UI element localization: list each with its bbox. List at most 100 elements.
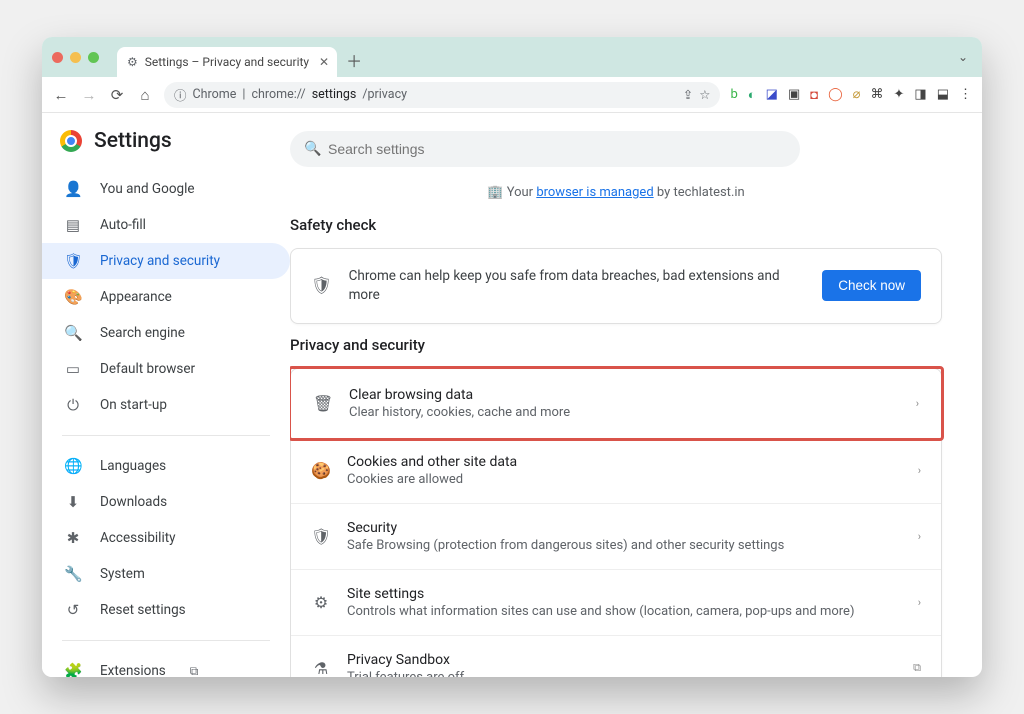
privacy-row-clear-browsing-data[interactable]: 🗑 Clear browsing data Clear history, cooki… [293, 371, 939, 436]
autofill-icon: ▤ [64, 216, 82, 234]
shield-icon: 🛡 [64, 252, 82, 270]
browser-icon: ▭ [64, 360, 82, 378]
site-info-icon: ⓘ [174, 85, 187, 104]
tabs-chevron-icon[interactable]: ⌄ [958, 50, 968, 64]
ext-icon[interactable]: ◯ [828, 87, 843, 102]
browser-tab[interactable]: ⚙ Settings – Privacy and security ✕ [117, 47, 337, 77]
sliders-icon: ⚙ [311, 593, 331, 612]
row-title: Security [347, 520, 902, 536]
accessibility-icon: ✱ [64, 529, 82, 547]
extension-icon: 🧩 [64, 662, 82, 677]
external-icon: ⧉ [190, 664, 199, 678]
power-icon: ⏻ [64, 396, 82, 414]
sidebar-item-auto-fill[interactable]: ▤ Auto-fill [42, 207, 290, 243]
flask-icon: ⚗ [311, 659, 331, 677]
omnibox-prefix: Chrome [193, 87, 237, 102]
page-title: Settings [94, 129, 172, 153]
tab-title: Settings – Privacy and security [145, 55, 309, 69]
home-button[interactable]: ⌂ [136, 86, 154, 104]
star-icon[interactable]: ☆ [699, 87, 710, 103]
minimize-window[interactable] [70, 52, 81, 63]
row-title: Cookies and other site data [347, 454, 902, 470]
row-title: Clear browsing data [349, 387, 900, 403]
ext-icon[interactable]: ◨ [914, 87, 926, 102]
settings-sidebar: Settings 👤You and Google ▤ Auto-fill 🛡Priva… [42, 113, 290, 677]
sidebar-item-languages[interactable]: 🌐 Languages [42, 448, 290, 484]
sidebar-item-privacy-and-security[interactable]: 🛡Privacy and security [42, 243, 290, 279]
settings-main: 🔍 🏢 Your browser is managed by techlates… [290, 113, 982, 677]
ext-icon[interactable]: ▣ [788, 87, 800, 102]
maximize-window[interactable] [88, 52, 99, 63]
sidebar-item-on-start-up[interactable]: ⏻ On start-up [42, 387, 290, 423]
ext-icon[interactable]: ◪ [766, 87, 778, 102]
ext-icon[interactable]: ⌘ [871, 87, 884, 102]
sidebar-item-label: Search engine [100, 325, 185, 341]
address-bar[interactable]: ⓘ Chrome | chrome://settings/privacy ⇪ ☆ [164, 82, 720, 108]
check-now-button[interactable]: Check now [822, 270, 921, 301]
ext-icon[interactable]: ◘ [810, 87, 818, 103]
ext-icon[interactable]: ◐ [748, 87, 756, 103]
share-icon[interactable]: ⇪ [683, 87, 693, 103]
sidebar-item-default-browser[interactable]: ▭ Default browser [42, 351, 290, 387]
row-subtitle: Clear history, cookies, cache and more [349, 405, 900, 420]
chevron-right-icon: ⧉ [913, 661, 921, 675]
privacy-row-privacy-sandbox[interactable]: ⚗Privacy SandboxTrial features are off⧉ [291, 636, 941, 677]
extensions-puzzle-icon[interactable]: ✦ [894, 87, 905, 102]
privacy-row-cookies-and-other-site-data[interactable]: 🍪 Cookies and other site data Cookies are … [291, 438, 941, 504]
menu-icon[interactable]: ⋮ [959, 87, 972, 102]
sidebar-item-you-and-google[interactable]: 👤You and Google [42, 171, 290, 207]
shield-check-icon: 🛡 [311, 276, 333, 296]
globe-icon: 🌐 [64, 457, 82, 475]
toolbar: ← → ⟳ ⌂ ⓘ Chrome | chrome://settings/pri… [42, 77, 982, 113]
palette-icon: 🎨 [64, 288, 82, 306]
sidebar-item-label: Default browser [100, 361, 195, 377]
reload-button[interactable]: ⟳ [108, 86, 126, 104]
sidebar-item-label: Extensions [100, 663, 166, 677]
ext-icon[interactable]: b [730, 87, 737, 102]
building-icon: 🏢 [487, 185, 503, 200]
row-title: Site settings [347, 586, 902, 602]
cookie-icon: 🍪 [311, 461, 331, 480]
new-tab-button[interactable]: ＋ [341, 48, 367, 72]
sidebar-item-label: Appearance [100, 289, 172, 305]
close-tab-icon[interactable]: ✕ [319, 55, 329, 69]
reset-icon: ↺ [64, 601, 82, 619]
security-icon: 🛡 [311, 527, 331, 546]
highlighted-row: 🗑 Clear browsing data Clear history, cooki… [291, 369, 941, 438]
chrome-logo-icon [60, 130, 82, 152]
safety-check-heading: Safety check [290, 216, 942, 234]
search-input[interactable] [290, 131, 800, 167]
back-button[interactable]: ← [52, 86, 70, 104]
chevron-right-icon: › [918, 530, 921, 543]
safety-check-card: 🛡 Chrome can help keep you safe from dat… [290, 248, 942, 324]
managed-link[interactable]: browser is managed [536, 185, 653, 200]
sidebar-item-system[interactable]: 🔧System [42, 556, 290, 592]
sidebar-item-appearance[interactable]: 🎨 Appearance [42, 279, 290, 315]
row-subtitle: Safe Browsing (protection from dangerous… [347, 538, 902, 553]
sidebar-item-extensions[interactable]: 🧩 Extensions ⧉ [42, 653, 290, 677]
gear-icon: ⚙ [127, 55, 138, 69]
ext-icon[interactable]: ⌀ [853, 87, 861, 102]
sidebar-item-reset-settings[interactable]: ↺Reset settings [42, 592, 290, 628]
row-subtitle: Cookies are allowed [347, 472, 902, 487]
sidebar-item-label: Accessibility [100, 530, 176, 546]
sidebar-item-downloads[interactable]: ⬇Downloads [42, 484, 290, 520]
chevron-right-icon: › [916, 397, 919, 410]
close-window[interactable] [52, 52, 63, 63]
window-controls [52, 52, 99, 63]
sidebar-item-label: On start-up [100, 397, 167, 413]
sidebar-item-search-engine[interactable]: 🔍Search engine [42, 315, 290, 351]
forward-button[interactable]: → [80, 86, 98, 104]
row-subtitle: Controls what information sites can use … [347, 604, 902, 619]
sidebar-item-label: Auto-fill [100, 217, 146, 233]
privacy-heading: Privacy and security [290, 336, 942, 354]
trash-icon: 🗑 [313, 394, 333, 413]
ext-icon[interactable]: ⬓ [937, 87, 949, 102]
download-icon: ⬇ [64, 493, 82, 511]
sidebar-item-accessibility[interactable]: ✱ Accessibility [42, 520, 290, 556]
privacy-row-site-settings[interactable]: ⚙ Site settings Controls what information … [291, 570, 941, 636]
privacy-row-security[interactable]: 🛡 Security Safe Browsing (protection from … [291, 504, 941, 570]
extension-icons: b ◐ ◪ ▣ ◘ ◯ ⌀ ⌘ ✦ ◨ ⬓ ⋮ [730, 87, 972, 103]
person-icon: 👤 [64, 180, 82, 198]
sidebar-item-label: Languages [100, 458, 166, 474]
